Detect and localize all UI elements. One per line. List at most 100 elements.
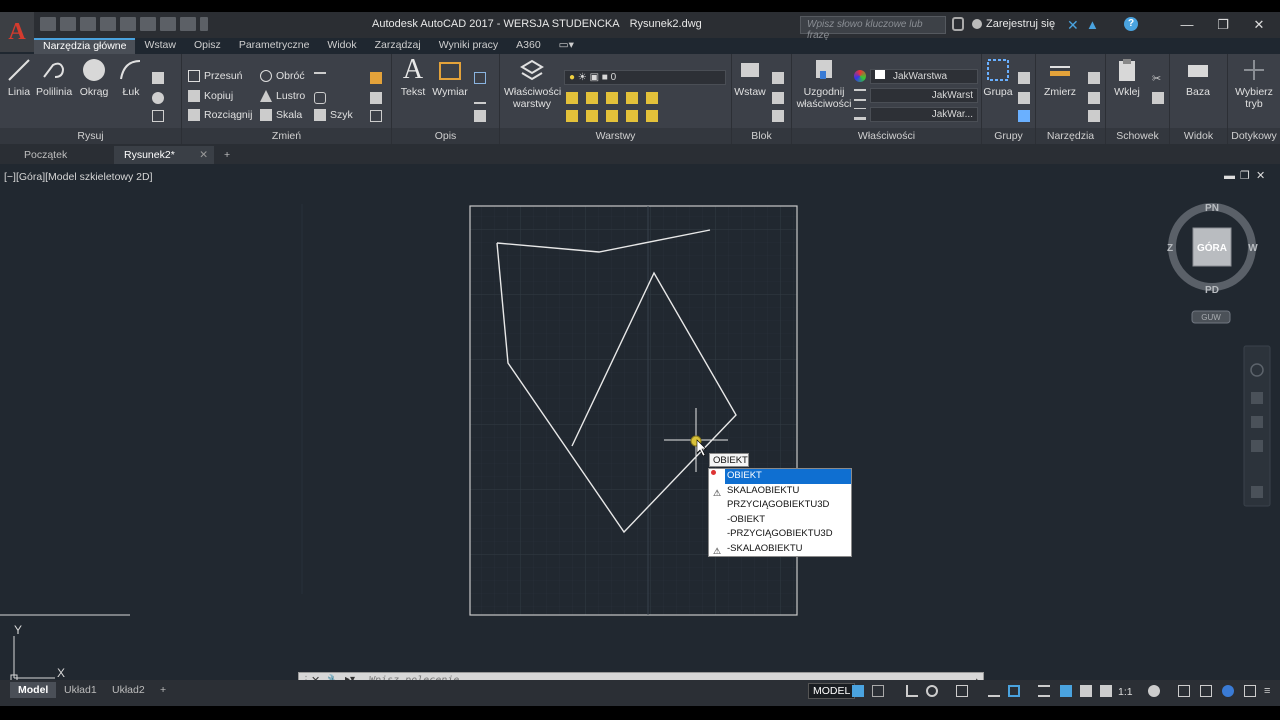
- hardware-acceleration-icon[interactable]: [1222, 685, 1234, 697]
- drawing-viewport[interactable]: [−][Góra][Model szkieletowy 2D] ▬ ❐ ✕ Y …: [0, 164, 1280, 692]
- match-properties-button[interactable]: Uzgodnij właściwości: [796, 56, 852, 110]
- panel-title-groups[interactable]: Grupy: [982, 128, 1035, 144]
- layer-current-icon[interactable]: [646, 110, 658, 122]
- panel-title-layers[interactable]: Warstwy: [500, 128, 731, 144]
- layer-iso-icon[interactable]: [566, 92, 578, 104]
- file-tab-drawing[interactable]: Rysunek2* ✕: [114, 146, 214, 164]
- exchange-icon[interactable]: ✕: [1067, 17, 1079, 34]
- ungroup-icon[interactable]: [1018, 72, 1030, 84]
- insert-block-button[interactable]: Wstaw: [734, 56, 766, 98]
- plot-icon[interactable]: [120, 17, 136, 31]
- panel-title-draw[interactable]: Rysuj: [0, 128, 181, 144]
- layer-freeze-icon[interactable]: [586, 92, 598, 104]
- layer-on-icon[interactable]: [606, 110, 618, 122]
- viewcube-south-label[interactable]: PD: [1205, 285, 1219, 296]
- layout-tab-layout2[interactable]: Układ2: [104, 682, 153, 698]
- dimension-button[interactable]: Wymiar: [432, 56, 468, 98]
- sign-in-button[interactable]: Zarejestruj się: [972, 18, 1055, 30]
- customization-menu-icon[interactable]: ≡: [1264, 685, 1276, 697]
- layer-match-icon[interactable]: [646, 92, 658, 104]
- panel-title-view[interactable]: Widok: [1170, 128, 1227, 144]
- layer-dropdown[interactable]: ● ☀ ▣ ■ 0: [564, 70, 726, 85]
- panel-title-properties[interactable]: Właściwości: [792, 128, 981, 144]
- mirror-button[interactable]: Lustro: [260, 90, 305, 102]
- offset-icon[interactable]: [370, 110, 382, 122]
- dynamic-input-box[interactable]: OBIEKT: [709, 453, 749, 467]
- move-button[interactable]: Przesuń: [188, 70, 243, 82]
- array-button[interactable]: Szyk: [314, 109, 353, 121]
- viewcube-west-label[interactable]: Z: [1167, 243, 1173, 254]
- navigation-bar[interactable]: [1243, 345, 1271, 507]
- paste-button[interactable]: Wklej: [1110, 56, 1144, 98]
- group-edit-icon[interactable]: [1018, 92, 1030, 104]
- fillet-icon[interactable]: [314, 92, 326, 104]
- edit-block-icon[interactable]: [772, 92, 784, 104]
- arc-button[interactable]: Łuk: [116, 56, 146, 98]
- group-button[interactable]: Grupa: [982, 56, 1014, 98]
- redo-icon[interactable]: [160, 17, 176, 31]
- tab-home[interactable]: Narzędzia główne: [34, 38, 136, 54]
- suggestion-item[interactable]: PRZYCIĄGOBIEKTU3D: [709, 498, 851, 513]
- file-tab-start[interactable]: Początek: [14, 146, 110, 164]
- clean-screen-icon[interactable]: [1244, 685, 1256, 697]
- pan-icon[interactable]: [1251, 392, 1263, 404]
- line-button[interactable]: Linia: [4, 56, 34, 98]
- tab-parametric[interactable]: Parametryczne: [230, 38, 319, 54]
- layer-unisolate-icon[interactable]: [566, 110, 578, 122]
- rectangle-icon[interactable]: [152, 72, 164, 84]
- help-icon[interactable]: ?: [1124, 17, 1138, 31]
- layer-unlock-icon[interactable]: [626, 110, 638, 122]
- tab-insert[interactable]: Wstaw: [135, 38, 185, 54]
- create-block-icon[interactable]: [772, 72, 784, 84]
- close-button[interactable]: ✕: [1246, 15, 1272, 35]
- new-layout-plus-icon[interactable]: +: [152, 682, 174, 698]
- annotation-scale-icon[interactable]: [1100, 685, 1112, 697]
- application-menu-button[interactable]: A: [0, 12, 34, 52]
- annotation-visibility-icon[interactable]: [1060, 685, 1072, 697]
- grid-display-icon[interactable]: [852, 685, 864, 697]
- panel-title-utilities[interactable]: Narzędzia: [1036, 128, 1105, 144]
- layer-properties-button[interactable]: Właściwości warstwy: [504, 56, 561, 110]
- trim-icon[interactable]: [314, 72, 326, 84]
- viewcube-east-label[interactable]: W: [1248, 243, 1258, 254]
- suggestion-item[interactable]: -PRZYCIĄGOBIEKTU3D: [709, 527, 851, 542]
- open-icon[interactable]: [60, 17, 76, 31]
- leader-icon[interactable]: [474, 72, 486, 84]
- a360-icon[interactable]: ▲: [1086, 17, 1099, 32]
- suggestion-item[interactable]: OBIEKT: [725, 469, 851, 484]
- table-icon[interactable]: [474, 110, 486, 122]
- hatch-icon[interactable]: [152, 92, 164, 104]
- undo-icon[interactable]: [140, 17, 156, 31]
- auto-scale-icon[interactable]: [1080, 685, 1092, 697]
- workspace-icon[interactable]: [180, 17, 196, 31]
- calculator-icon[interactable]: [1088, 110, 1100, 122]
- quick-select-icon[interactable]: [1088, 72, 1100, 84]
- tab-a360[interactable]: A360: [507, 38, 550, 54]
- new-tab-plus-icon[interactable]: +: [220, 146, 238, 164]
- text-button[interactable]: A Tekst: [398, 54, 428, 98]
- tab-manage[interactable]: Zarządzaj: [366, 38, 430, 54]
- viewcube[interactable]: GÓRA PN PD W Z GUW: [1167, 203, 1258, 324]
- panel-title-block[interactable]: Blok: [732, 128, 791, 144]
- layer-thaw-icon[interactable]: [586, 110, 598, 122]
- isolate-objects-icon[interactable]: [1200, 685, 1212, 697]
- suggestion-item[interactable]: ⚠ -SKALAOBIEKTU: [709, 542, 851, 557]
- save-as-icon[interactable]: [100, 17, 116, 31]
- orbit-icon[interactable]: [1251, 440, 1263, 452]
- polyline-button[interactable]: Polilinia: [36, 56, 72, 98]
- showmotion-icon[interactable]: [1251, 486, 1263, 498]
- layer-off-icon[interactable]: [606, 92, 618, 104]
- group-select-icon[interactable]: [1018, 110, 1030, 122]
- minimize-button[interactable]: —: [1174, 15, 1200, 35]
- ortho-icon[interactable]: [906, 685, 918, 697]
- polar-tracking-icon[interactable]: [926, 685, 938, 697]
- erase-icon[interactable]: [370, 72, 382, 84]
- copy-clip-icon[interactable]: [1152, 92, 1164, 104]
- viewcube-north-label[interactable]: PN: [1205, 203, 1219, 214]
- save-icon[interactable]: [80, 17, 96, 31]
- panel-title-touch[interactable]: Dotykowy: [1228, 128, 1280, 144]
- edit-attributes-icon[interactable]: [772, 110, 784, 122]
- linetype-dropdown[interactable]: JakWarst: [870, 88, 978, 103]
- lineweight-dropdown[interactable]: JakWar...: [870, 107, 978, 122]
- select-mode-button[interactable]: Wybierz tryb: [1230, 56, 1278, 110]
